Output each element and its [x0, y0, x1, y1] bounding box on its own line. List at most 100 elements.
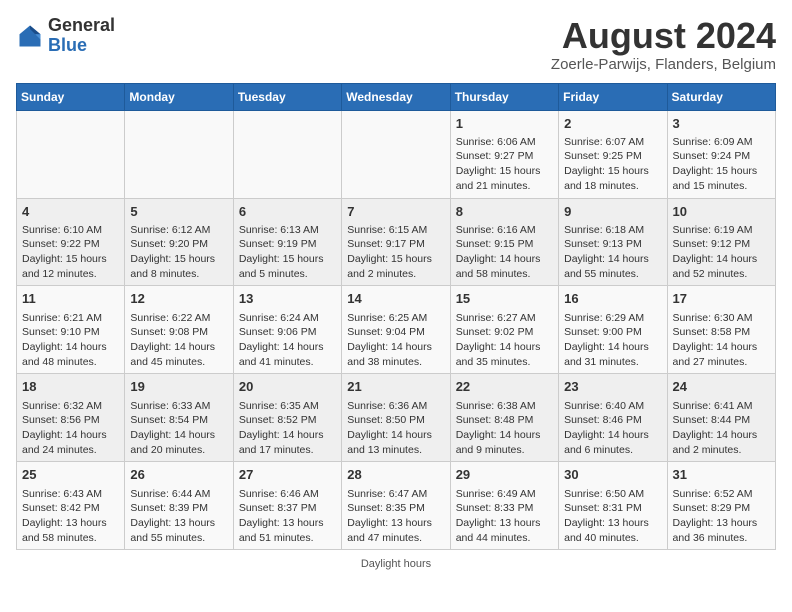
calendar-day-9: 9 Sunrise: 6:18 AM Sunset: 9:13 PM Daylig…: [559, 198, 667, 286]
col-header-tuesday: Tuesday: [233, 83, 341, 110]
day-number: 6: [239, 203, 336, 221]
day-info: Sunrise: 6:18 AM Sunset: 9:13 PM Dayligh…: [564, 223, 661, 282]
calendar-day-25: 25Sunrise: 6:43 AM Sunset: 8:42 PM Dayli…: [17, 462, 125, 550]
day-number: 23: [564, 378, 661, 396]
calendar-day-1: 1 Sunrise: 6:06 AM Sunset: 9:27 PM Daylig…: [450, 110, 558, 198]
day-info: Sunrise: 6:44 AM Sunset: 8:39 PM Dayligh…: [130, 487, 227, 546]
day-info: Sunrise: 6:06 AM Sunset: 9:27 PM Dayligh…: [456, 135, 553, 194]
day-info: Sunrise: 6:40 AM Sunset: 8:46 PM Dayligh…: [564, 399, 661, 458]
calendar-day-empty-0-0: [17, 110, 125, 198]
logo-icon: [16, 22, 44, 50]
calendar-table: SundayMondayTuesdayWednesdayThursdayFrid…: [16, 83, 776, 551]
calendar-week-3: 11Sunrise: 6:21 AM Sunset: 9:10 PM Dayli…: [17, 286, 776, 374]
calendar-day-15: 15 Sunrise: 6:27 AM Sunset: 9:02 PM Dayli…: [450, 286, 558, 374]
day-info: Sunrise: 6:27 AM Sunset: 9:02 PM Dayligh…: [456, 311, 553, 370]
logo-text: General Blue: [48, 16, 115, 56]
day-info: Sunrise: 6:12 AM Sunset: 9:20 PM Dayligh…: [130, 223, 227, 282]
day-number: 29: [456, 466, 553, 484]
calendar-day-empty-0-3: [342, 110, 450, 198]
day-number: 16: [564, 290, 661, 308]
day-number: 7: [347, 203, 444, 221]
calendar-day-17: 17 Sunrise: 6:30 AM Sunset: 8:58 PM Dayli…: [667, 286, 775, 374]
day-info: Sunrise: 6:19 AM Sunset: 9:12 PM Dayligh…: [673, 223, 770, 282]
calendar-day-21: 21 Sunrise: 6:36 AM Sunset: 8:50 PM Dayli…: [342, 374, 450, 462]
location-title: Zoerle-Parwijs, Flanders, Belgium: [551, 56, 776, 73]
logo-general-text: General: [48, 16, 115, 36]
title-area: August 2024 Zoerle-Parwijs, Flanders, Be…: [551, 16, 776, 73]
day-number: 3: [673, 115, 770, 133]
calendar-day-18: 18 Sunrise: 6:32 AM Sunset: 8:56 PM Dayli…: [17, 374, 125, 462]
day-number: 20: [239, 378, 336, 396]
col-header-sunday: Sunday: [17, 83, 125, 110]
day-number: 24: [673, 378, 770, 396]
col-header-friday: Friday: [559, 83, 667, 110]
calendar-day-12: 12Sunrise: 6:22 AM Sunset: 9:08 PM Dayli…: [125, 286, 233, 374]
col-header-wednesday: Wednesday: [342, 83, 450, 110]
calendar-week-2: 4Sunrise: 6:10 AM Sunset: 9:22 PM Daylig…: [17, 198, 776, 286]
day-info: Sunrise: 6:30 AM Sunset: 8:58 PM Dayligh…: [673, 311, 770, 370]
calendar-day-14: 14 Sunrise: 6:25 AM Sunset: 9:04 PM Dayli…: [342, 286, 450, 374]
day-number: 25: [22, 466, 119, 484]
day-number: 5: [130, 203, 227, 221]
day-number: 18: [22, 378, 119, 396]
day-number: 27: [239, 466, 336, 484]
day-number: 1: [456, 115, 553, 133]
day-number: 31: [673, 466, 770, 484]
logo: General Blue: [16, 16, 115, 56]
calendar-day-empty-0-1: [125, 110, 233, 198]
day-number: 8: [456, 203, 553, 221]
col-header-saturday: Saturday: [667, 83, 775, 110]
day-info: Sunrise: 6:29 AM Sunset: 9:00 PM Dayligh…: [564, 311, 661, 370]
day-number: 13: [239, 290, 336, 308]
day-info: Sunrise: 6:13 AM Sunset: 9:19 PM Dayligh…: [239, 223, 336, 282]
month-title: August 2024: [551, 16, 776, 56]
calendar-day-8: 8 Sunrise: 6:16 AM Sunset: 9:15 PM Daylig…: [450, 198, 558, 286]
day-info: Sunrise: 6:32 AM Sunset: 8:56 PM Dayligh…: [22, 399, 119, 458]
calendar-day-23: 23 Sunrise: 6:40 AM Sunset: 8:46 PM Dayli…: [559, 374, 667, 462]
calendar-week-4: 18 Sunrise: 6:32 AM Sunset: 8:56 PM Dayli…: [17, 374, 776, 462]
calendar-day-22: 22 Sunrise: 6:38 AM Sunset: 8:48 PM Dayli…: [450, 374, 558, 462]
calendar-day-13: 13 Sunrise: 6:24 AM Sunset: 9:06 PM Dayli…: [233, 286, 341, 374]
calendar-day-28: 28Sunrise: 6:47 AM Sunset: 8:35 PM Dayli…: [342, 462, 450, 550]
day-number: 9: [564, 203, 661, 221]
day-number: 30: [564, 466, 661, 484]
calendar-day-empty-0-2: [233, 110, 341, 198]
day-number: 21: [347, 378, 444, 396]
day-info: Sunrise: 6:38 AM Sunset: 8:48 PM Dayligh…: [456, 399, 553, 458]
day-number: 17: [673, 290, 770, 308]
calendar-header-row: SundayMondayTuesdayWednesdayThursdayFrid…: [17, 83, 776, 110]
calendar-day-30: 30Sunrise: 6:50 AM Sunset: 8:31 PM Dayli…: [559, 462, 667, 550]
calendar-day-31: 31Sunrise: 6:52 AM Sunset: 8:29 PM Dayli…: [667, 462, 775, 550]
daylight-note: Daylight hours: [361, 558, 431, 570]
calendar-day-3: 3 Sunrise: 6:09 AM Sunset: 9:24 PM Daylig…: [667, 110, 775, 198]
day-info: Sunrise: 6:46 AM Sunset: 8:37 PM Dayligh…: [239, 487, 336, 546]
calendar-day-4: 4Sunrise: 6:10 AM Sunset: 9:22 PM Daylig…: [17, 198, 125, 286]
col-header-monday: Monday: [125, 83, 233, 110]
calendar-day-6: 6 Sunrise: 6:13 AM Sunset: 9:19 PM Daylig…: [233, 198, 341, 286]
day-info: Sunrise: 6:16 AM Sunset: 9:15 PM Dayligh…: [456, 223, 553, 282]
day-number: 10: [673, 203, 770, 221]
calendar-day-19: 19 Sunrise: 6:33 AM Sunset: 8:54 PM Dayli…: [125, 374, 233, 462]
day-info: Sunrise: 6:24 AM Sunset: 9:06 PM Dayligh…: [239, 311, 336, 370]
day-number: 11: [22, 290, 119, 308]
day-info: Sunrise: 6:15 AM Sunset: 9:17 PM Dayligh…: [347, 223, 444, 282]
calendar-day-20: 20Sunrise: 6:35 AM Sunset: 8:52 PM Dayli…: [233, 374, 341, 462]
day-info: Sunrise: 6:25 AM Sunset: 9:04 PM Dayligh…: [347, 311, 444, 370]
day-info: Sunrise: 6:09 AM Sunset: 9:24 PM Dayligh…: [673, 135, 770, 194]
calendar-day-10: 10 Sunrise: 6:19 AM Sunset: 9:12 PM Dayli…: [667, 198, 775, 286]
calendar-day-27: 27 Sunrise: 6:46 AM Sunset: 8:37 PM Dayli…: [233, 462, 341, 550]
day-number: 26: [130, 466, 227, 484]
day-number: 22: [456, 378, 553, 396]
calendar-day-5: 5 Sunrise: 6:12 AM Sunset: 9:20 PM Daylig…: [125, 198, 233, 286]
day-info: Sunrise: 6:07 AM Sunset: 9:25 PM Dayligh…: [564, 135, 661, 194]
calendar-day-11: 11Sunrise: 6:21 AM Sunset: 9:10 PM Dayli…: [17, 286, 125, 374]
calendar-week-5: 25Sunrise: 6:43 AM Sunset: 8:42 PM Dayli…: [17, 462, 776, 550]
col-header-thursday: Thursday: [450, 83, 558, 110]
day-info: Sunrise: 6:36 AM Sunset: 8:50 PM Dayligh…: [347, 399, 444, 458]
day-info: Sunrise: 6:33 AM Sunset: 8:54 PM Dayligh…: [130, 399, 227, 458]
calendar-day-29: 29Sunrise: 6:49 AM Sunset: 8:33 PM Dayli…: [450, 462, 558, 550]
calendar-day-26: 26 Sunrise: 6:44 AM Sunset: 8:39 PM Dayli…: [125, 462, 233, 550]
day-number: 14: [347, 290, 444, 308]
day-number: 15: [456, 290, 553, 308]
day-number: 19: [130, 378, 227, 396]
